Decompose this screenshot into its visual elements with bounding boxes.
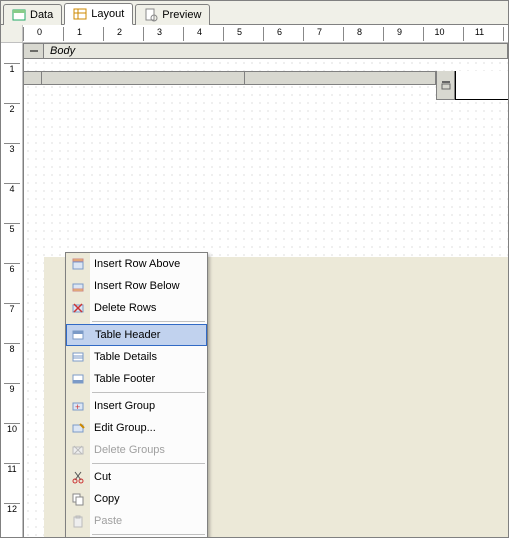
menu-item-label: Insert Row Below bbox=[94, 280, 180, 292]
ruler-v-tick: 7 bbox=[4, 303, 20, 314]
tab-bar: Data Layout Preview bbox=[1, 1, 508, 25]
delete-groups-icon bbox=[70, 442, 86, 458]
paste-icon bbox=[70, 513, 86, 529]
menu-item-label: Copy bbox=[94, 493, 120, 505]
insert-above-icon bbox=[70, 256, 86, 272]
menu-item-delete-rows[interactable]: Delete Rows bbox=[66, 297, 207, 319]
menu-item-edit-group[interactable]: Edit Group... bbox=[66, 417, 207, 439]
menu-item-label: Cut bbox=[94, 471, 111, 483]
menu-item-table-footer[interactable]: Table Footer bbox=[66, 368, 207, 390]
ruler-h-tick: 6 bbox=[263, 27, 303, 41]
edit-group-icon bbox=[70, 420, 86, 436]
preview-icon bbox=[144, 8, 158, 22]
menu-item-table-header[interactable]: Table Header bbox=[66, 324, 207, 346]
menu-separator bbox=[92, 534, 205, 535]
ruler-v-tick: 12 bbox=[4, 503, 20, 514]
ruler-horizontal: 0123456789101112 bbox=[1, 25, 508, 43]
menu-item-copy[interactable]: Copy bbox=[66, 488, 207, 510]
report-table[interactable]: HeaderProjID:=Fields!ProjID.ValueProj_ta… bbox=[23, 71, 508, 100]
svg-text:+: + bbox=[75, 402, 80, 412]
ruler-h-tick: 4 bbox=[183, 27, 223, 41]
menu-separator bbox=[92, 392, 205, 393]
tab-layout-label: Layout bbox=[91, 8, 124, 20]
menu-item-label: Paste bbox=[94, 515, 122, 527]
ruler-h-tick: 7 bbox=[303, 27, 343, 41]
ruler-h-tick: 3 bbox=[143, 27, 183, 41]
ruler-h-tick: 8 bbox=[343, 27, 383, 41]
design-surface[interactable]: Body HeaderProjID:=Fields!ProjID.ValuePr… bbox=[23, 43, 508, 537]
ruler-h-tick: 5 bbox=[223, 27, 263, 41]
ruler-h-tick: 1 bbox=[63, 27, 103, 41]
menu-separator bbox=[92, 321, 205, 322]
menu-item-label: Table Details bbox=[94, 351, 157, 363]
cut-icon bbox=[70, 469, 86, 485]
menu-item-insert-below[interactable]: Insert Row Below bbox=[66, 275, 207, 297]
tab-data[interactable]: Data bbox=[3, 4, 62, 25]
ruler-v-tick: 4 bbox=[4, 183, 20, 194]
ruler-vertical: 123456789101112 bbox=[1, 43, 23, 537]
band-label: Body bbox=[44, 45, 75, 57]
context-menu: Insert Row Above Insert Row Below Delete R… bbox=[65, 252, 208, 537]
insert-group-icon: + bbox=[70, 398, 86, 414]
menu-item-label: Edit Group... bbox=[94, 422, 156, 434]
tab-preview[interactable]: Preview bbox=[135, 4, 210, 25]
layout-icon bbox=[73, 7, 87, 21]
column-handle[interactable] bbox=[245, 71, 436, 85]
menu-item-label: Table Header bbox=[95, 329, 160, 341]
ruler-h-tick: 11 bbox=[463, 27, 503, 41]
row-header-icon bbox=[441, 80, 451, 90]
menu-item-table-details[interactable]: Table Details bbox=[66, 346, 207, 368]
ruler-v-tick: 5 bbox=[4, 223, 20, 234]
ruler-v-tick: 11 bbox=[4, 463, 20, 474]
ruler-v-tick: 10 bbox=[4, 423, 20, 434]
menu-item-label: Delete Groups bbox=[94, 444, 165, 456]
tab-preview-label: Preview bbox=[162, 9, 201, 21]
column-handle[interactable] bbox=[42, 71, 245, 85]
insert-below-icon bbox=[70, 278, 86, 294]
menu-item-label: Insert Row Above bbox=[94, 258, 180, 270]
menu-item-label: Table Footer bbox=[94, 373, 155, 385]
menu-item-paste: Paste bbox=[66, 510, 207, 532]
table-header-icon bbox=[70, 327, 86, 343]
ruler-h-tick: 9 bbox=[383, 27, 423, 41]
menu-item-label: Delete Rows bbox=[94, 302, 156, 314]
delete-rows-icon bbox=[70, 300, 86, 316]
ruler-h-tick: 12 bbox=[503, 27, 508, 41]
data-icon bbox=[12, 8, 26, 22]
ruler-h-tick: 2 bbox=[103, 27, 143, 41]
band-collapse-icon[interactable] bbox=[24, 44, 44, 58]
table-footer-icon bbox=[70, 371, 86, 387]
ruler-v-tick: 6 bbox=[4, 263, 20, 274]
menu-item-insert-group[interactable]: + Insert Group bbox=[66, 395, 207, 417]
tab-data-label: Data bbox=[30, 9, 53, 21]
copy-icon bbox=[70, 491, 86, 507]
table-corner-handle[interactable] bbox=[23, 71, 42, 85]
ruler-v-tick: 2 bbox=[4, 103, 20, 114]
table-details-icon bbox=[70, 349, 86, 365]
table-cell[interactable]: Header bbox=[455, 71, 508, 100]
menu-item-label: Insert Group bbox=[94, 400, 155, 412]
row-handle[interactable] bbox=[436, 71, 455, 100]
menu-item-delete-groups: Delete Groups bbox=[66, 439, 207, 461]
tab-layout[interactable]: Layout bbox=[64, 3, 133, 25]
menu-separator bbox=[92, 463, 205, 464]
ruler-corner bbox=[1, 25, 23, 42]
ruler-h-tick: 10 bbox=[423, 27, 463, 41]
menu-item-insert-above[interactable]: Insert Row Above bbox=[66, 253, 207, 275]
ruler-v-tick: 8 bbox=[4, 343, 20, 354]
ruler-v-tick: 9 bbox=[4, 383, 20, 394]
ruler-v-tick: 3 bbox=[4, 143, 20, 154]
ruler-v-tick: 1 bbox=[4, 63, 20, 74]
menu-item-cut[interactable]: Cut bbox=[66, 466, 207, 488]
ruler-h-tick: 0 bbox=[23, 27, 63, 41]
body-band-header[interactable]: Body bbox=[23, 43, 508, 59]
